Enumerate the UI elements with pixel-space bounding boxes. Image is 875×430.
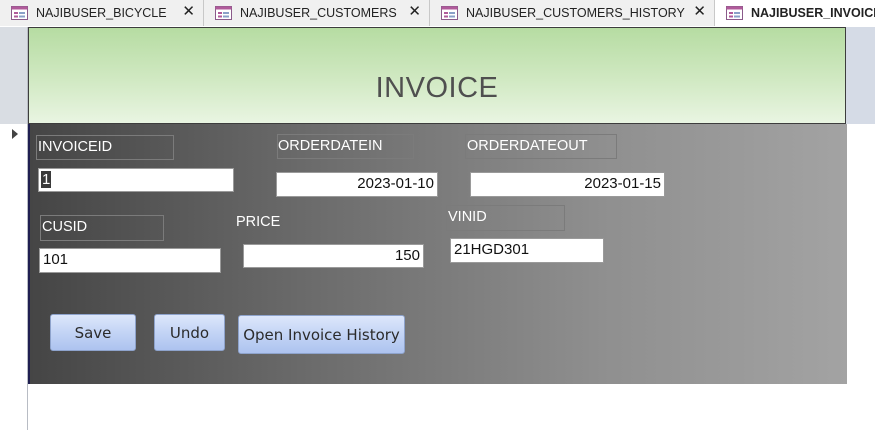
tab-najibuser-customers-history[interactable]: NAJIBUSER_CUSTOMERS_HISTORY ✕ — [430, 0, 715, 26]
undo-button[interactable]: Undo — [154, 314, 225, 351]
tab-label: NAJIBUSER_BICYCLE — [36, 6, 167, 20]
object-tab-bar: NAJIBUSER_BICYCLE ✕ NAJIBUSER_CUSTOMERS … — [0, 0, 875, 26]
orderdatein-field[interactable]: 2023-01-10 — [276, 172, 438, 197]
invoiceid-value: 1 — [41, 171, 52, 188]
form-header-selector — [0, 27, 28, 124]
cusid-field[interactable]: 101 — [39, 248, 221, 273]
price-label: PRICE — [236, 214, 281, 230]
tab-najibuser-invoice[interactable]: NAJIBUSER_INVOICE — [715, 0, 875, 26]
close-icon[interactable]: ✕ — [408, 4, 421, 20]
orderdateout-label: ORDERDATEOUT — [467, 138, 588, 154]
price-field[interactable]: 150 — [243, 244, 424, 268]
orderdateout-field[interactable]: 2023-01-15 — [470, 172, 665, 197]
form-icon — [441, 6, 458, 20]
tab-label: NAJIBUSER_CUSTOMERS — [240, 6, 397, 20]
form-header: INVOICE — [28, 27, 846, 124]
tab-label: NAJIBUSER_INVOICE — [751, 6, 875, 20]
invoiceid-label: INVOICEID — [38, 139, 113, 155]
record-selector[interactable] — [0, 124, 28, 430]
form-title: INVOICE — [375, 72, 499, 104]
tab-label: NAJIBUSER_CUSTOMERS_HISTORY — [466, 6, 685, 20]
vinid-field[interactable]: 21HGD301 — [450, 238, 604, 263]
open-invoice-history-button[interactable]: Open Invoice History — [238, 315, 405, 354]
close-icon[interactable]: ✕ — [693, 4, 706, 20]
form-icon — [215, 6, 232, 20]
form-icon — [11, 6, 28, 20]
cusid-label: CUSID — [42, 219, 88, 235]
close-icon[interactable]: ✕ — [182, 4, 195, 20]
save-button[interactable]: Save — [50, 314, 136, 351]
form-icon — [726, 6, 743, 20]
vinid-label: VINID — [448, 209, 487, 225]
tab-najibuser-customers[interactable]: NAJIBUSER_CUSTOMERS ✕ — [204, 0, 430, 26]
current-record-arrow-icon — [12, 129, 18, 139]
invoiceid-field[interactable]: 1 — [38, 168, 234, 192]
orderdatein-label: ORDERDATEIN — [278, 138, 383, 154]
tab-najibuser-bicycle[interactable]: NAJIBUSER_BICYCLE ✕ — [0, 0, 204, 26]
